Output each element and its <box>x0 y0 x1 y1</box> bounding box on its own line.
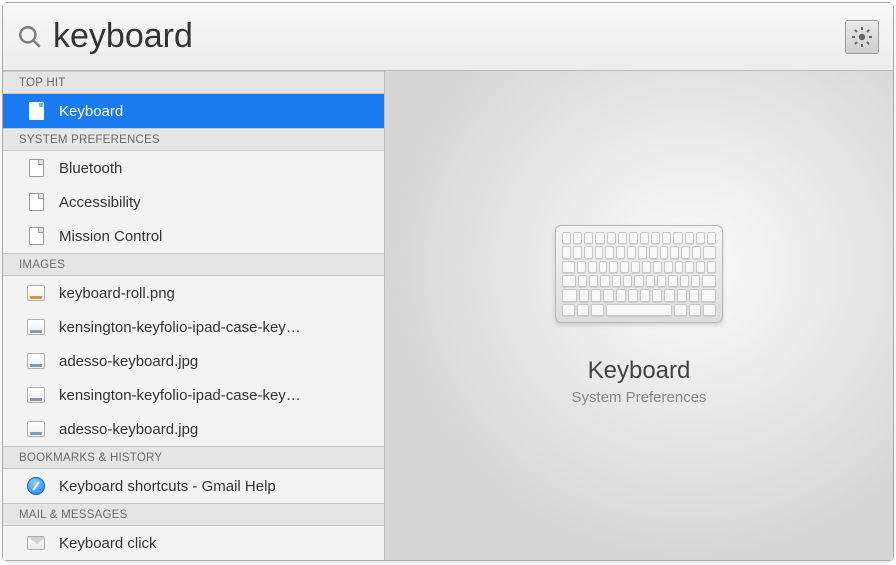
system-preferences-icon[interactable] <box>845 20 879 54</box>
result-row[interactable]: keyboard-roll.png <box>3 276 384 310</box>
result-row[interactable]: Bluetooth <box>3 151 384 185</box>
image-jpeg-icon <box>27 318 45 336</box>
image-jpeg-icon <box>27 420 45 438</box>
result-row[interactable]: Mission Control <box>3 219 384 253</box>
image-jpeg-icon <box>27 352 45 370</box>
mail-icon <box>27 534 45 552</box>
section-header-images: IMAGES <box>3 253 384 276</box>
image-jpeg-icon <box>27 386 45 404</box>
preview-title: Keyboard <box>588 357 691 385</box>
result-label: Accessibility <box>59 194 141 211</box>
result-row[interactable]: kensington-keyfolio-ipad-case-key… <box>3 378 384 412</box>
result-row[interactable]: adesso-keyboard.jpg <box>3 344 384 378</box>
result-label: Keyboard <box>59 103 123 120</box>
result-row[interactable]: Accessibility <box>3 185 384 219</box>
section-header-system-preferences: SYSTEM PREFERENCES <box>3 128 384 151</box>
result-label: Bluetooth <box>59 160 122 177</box>
result-label: Keyboard shortcuts - Gmail Help <box>59 478 276 495</box>
search-icon <box>17 24 43 50</box>
safari-icon <box>27 477 45 495</box>
preview-pane: Keyboard System Preferences <box>385 71 893 560</box>
prefpane-icon <box>27 227 45 245</box>
result-row[interactable]: Keyboard shortcuts - Gmail Help <box>3 469 384 503</box>
prefpane-icon <box>27 102 45 120</box>
search-input[interactable] <box>43 17 845 56</box>
image-png-icon <box>27 284 45 302</box>
result-row[interactable]: adesso-keyboard.jpg <box>3 412 384 446</box>
prefpane-icon <box>27 193 45 211</box>
keyboard-device-icon <box>555 225 723 323</box>
result-label: kensington-keyfolio-ipad-case-key… <box>59 387 301 404</box>
prefpane-icon <box>27 159 45 177</box>
result-row[interactable]: kensington-keyfolio-ipad-case-key… <box>3 310 384 344</box>
result-label: kensington-keyfolio-ipad-case-key… <box>59 319 301 336</box>
preview-subtitle: System Preferences <box>571 389 706 406</box>
results-list[interactable]: TOP HIT Keyboard SYSTEM PREFERENCES Bluetoo… <box>3 71 385 560</box>
section-header-bookmarks-history: BOOKMARKS & HISTORY <box>3 446 384 469</box>
result-label: adesso-keyboard.jpg <box>59 353 198 370</box>
body: TOP HIT Keyboard SYSTEM PREFERENCES Bluetoo… <box>3 71 893 560</box>
result-label: adesso-keyboard.jpg <box>59 421 198 438</box>
result-label: Keyboard click <box>59 535 157 552</box>
result-row[interactable]: Keyboard <box>3 94 384 128</box>
result-label: Mission Control <box>59 228 162 245</box>
search-bar <box>3 3 893 71</box>
spotlight-window: TOP HIT Keyboard SYSTEM PREFERENCES Bluetoo… <box>2 2 894 561</box>
result-label: keyboard-roll.png <box>59 285 175 302</box>
section-header-top-hit: TOP HIT <box>3 71 384 94</box>
result-row[interactable]: Keyboard click <box>3 526 384 560</box>
section-header-mail-messages: MAIL & MESSAGES <box>3 503 384 526</box>
